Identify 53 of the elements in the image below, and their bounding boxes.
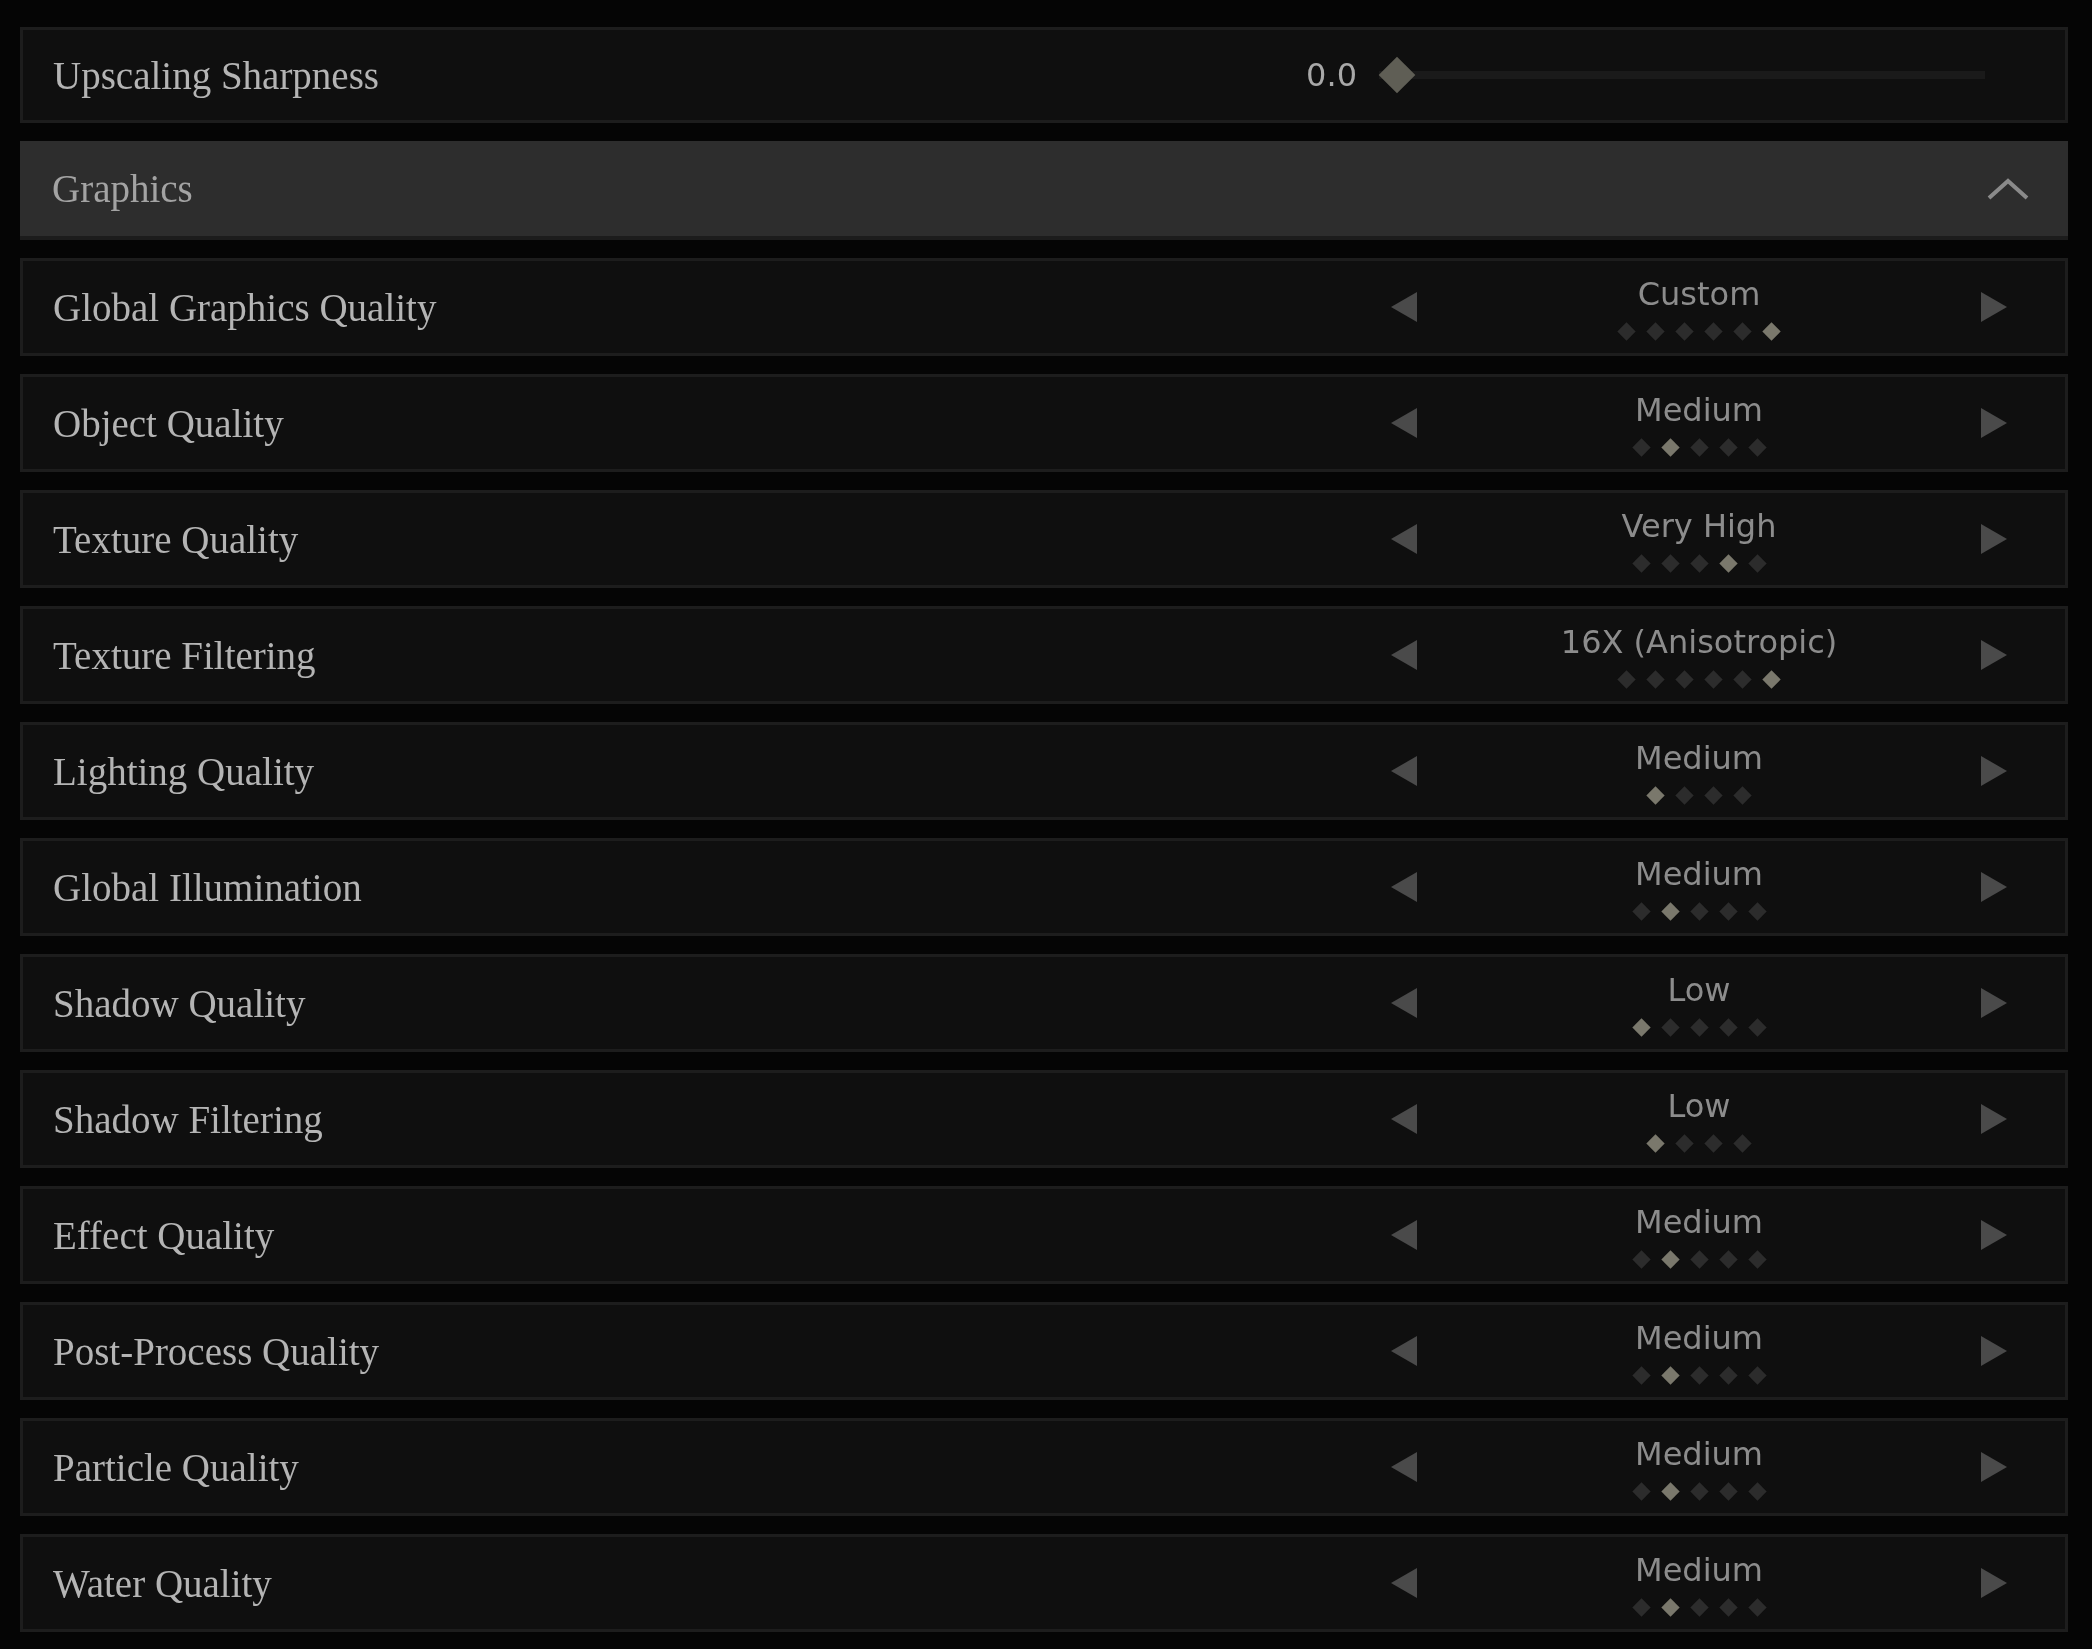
setting-label: Effect Quality xyxy=(53,1212,275,1258)
right-arrow-icon[interactable] xyxy=(1981,1220,2007,1250)
right-arrow-icon[interactable] xyxy=(1981,408,2007,438)
section-header[interactable]: Graphics xyxy=(20,141,2068,240)
left-arrow-icon[interactable] xyxy=(1391,524,1417,554)
option-value: Medium xyxy=(1635,1204,1763,1241)
section-title: Graphics xyxy=(52,166,193,211)
option-value: Low xyxy=(1667,1088,1731,1125)
setting-label: Upscaling Sharpness xyxy=(53,52,380,98)
setting-label: Post-Process Quality xyxy=(53,1328,380,1374)
left-arrow-icon[interactable] xyxy=(1391,872,1417,902)
setting-label: Object Quality xyxy=(53,400,284,446)
left-arrow-icon[interactable] xyxy=(1391,640,1417,670)
option-value: Medium xyxy=(1635,1552,1763,1589)
left-arrow-icon[interactable] xyxy=(1391,1104,1417,1134)
option-value: Custom xyxy=(1637,276,1761,313)
right-arrow-icon[interactable] xyxy=(1981,988,2007,1018)
setting-label: Shadow Quality xyxy=(53,980,306,1026)
left-arrow-icon[interactable] xyxy=(1391,1220,1417,1250)
right-arrow-icon[interactable] xyxy=(1981,872,2007,902)
setting-label: Global Graphics Quality xyxy=(53,284,437,330)
slider-value: 0.0 xyxy=(1306,56,1357,94)
option-value: Medium xyxy=(1635,740,1763,777)
option-value: Low xyxy=(1667,972,1731,1009)
setting-label: Lighting Quality xyxy=(53,748,315,794)
right-arrow-icon[interactable] xyxy=(1981,292,2007,322)
option-value: Medium xyxy=(1635,856,1763,893)
chevron-icon xyxy=(1986,176,2030,201)
right-arrow-icon[interactable] xyxy=(1981,1104,2007,1134)
left-arrow-icon[interactable] xyxy=(1391,756,1417,786)
setting-label: Particle Quality xyxy=(53,1444,299,1490)
left-arrow-icon[interactable] xyxy=(1391,292,1417,322)
option-value: 16X (Anisotropic) xyxy=(1560,624,1838,661)
right-arrow-icon[interactable] xyxy=(1981,756,2007,786)
right-arrow-icon[interactable] xyxy=(1981,1568,2007,1598)
option-value: Medium xyxy=(1635,1320,1763,1357)
right-arrow-icon[interactable] xyxy=(1981,1336,2007,1366)
setting-label: Water Quality xyxy=(53,1560,272,1606)
option-value: Medium xyxy=(1635,1436,1763,1473)
left-arrow-icon[interactable] xyxy=(1391,408,1417,438)
setting-label: Texture Quality xyxy=(53,516,299,562)
right-arrow-icon[interactable] xyxy=(1981,1452,2007,1482)
right-arrow-icon[interactable] xyxy=(1981,640,2007,670)
setting-label: Global Illumination xyxy=(53,864,362,910)
left-arrow-icon[interactable] xyxy=(1391,1452,1417,1482)
right-arrow-icon[interactable] xyxy=(1981,524,2007,554)
option-value: Medium xyxy=(1635,392,1763,429)
left-arrow-icon[interactable] xyxy=(1391,988,1417,1018)
left-arrow-icon[interactable] xyxy=(1391,1568,1417,1598)
left-arrow-icon[interactable] xyxy=(1391,1336,1417,1366)
option-value: Very High xyxy=(1621,508,1777,545)
setting-label: Texture Filtering xyxy=(53,632,316,678)
setting-label: Shadow Filtering xyxy=(53,1096,323,1142)
